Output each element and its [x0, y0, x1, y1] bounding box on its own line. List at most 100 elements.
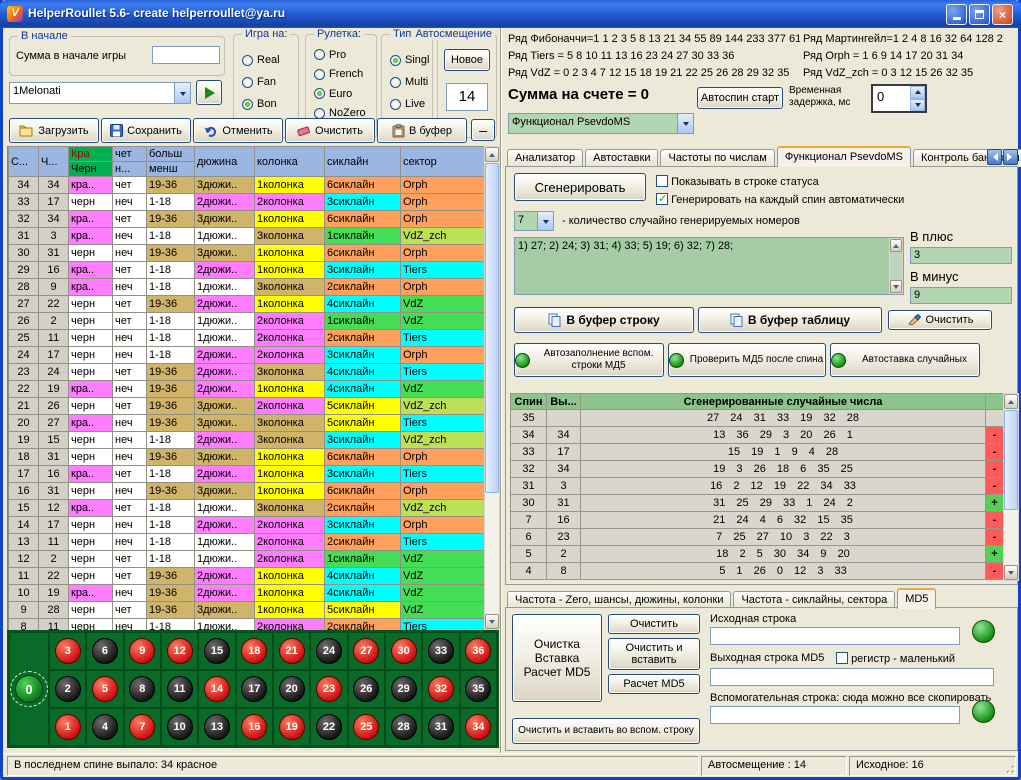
history-row[interactable]: 3234кра..чет19-363дюжи..1колонка6сиклайн…	[9, 211, 485, 228]
green-ball-icon[interactable]	[972, 620, 995, 643]
radio-live[interactable]: Live	[390, 93, 430, 115]
md5-case-checkbox-row[interactable]: регистр - маленький	[836, 652, 955, 665]
board-number-12[interactable]: 12	[167, 638, 193, 664]
board-number-10[interactable]: 10	[167, 714, 193, 740]
scroll-up-icon[interactable]	[1004, 394, 1018, 409]
generated-textarea[interactable]: 1) 27; 2) 24; 3) 31; 4) 33; 5) 19; 6) 32…	[514, 237, 904, 295]
board-number-3[interactable]: 3	[55, 638, 81, 664]
md5-case-checkbox[interactable]	[836, 652, 848, 664]
board-number-32[interactable]: 32	[428, 676, 454, 702]
board-number-25[interactable]: 25	[353, 714, 379, 740]
mode-combo[interactable]: Функционал PsevdoMS	[508, 113, 694, 134]
clear-generated-button[interactable]: Очистить	[888, 310, 992, 330]
board-number-8[interactable]: 8	[129, 676, 155, 702]
board-number-34[interactable]: 34	[465, 714, 491, 740]
gen-row[interactable]: 303131 25 29 33 1 24 2+	[511, 495, 1004, 512]
radio-singl[interactable]: Singl	[390, 49, 430, 71]
radio-euro[interactable]: Euro	[314, 84, 374, 104]
play-button[interactable]	[196, 80, 222, 105]
board-number-21[interactable]: 21	[279, 638, 305, 664]
load-button[interactable]: Загрузить	[9, 118, 99, 143]
history-row[interactable]: 1631черннеч19-363дюжи..1колонка6сиклайнO…	[9, 483, 485, 500]
maximize-button[interactable]	[969, 4, 990, 25]
history-row[interactable]: 289кра..неч1-181дюжи..3колонка2сиклайнOr…	[9, 279, 485, 296]
history-row[interactable]: 1417черннеч1-182дюжи..2колонка3сиклайнOr…	[9, 517, 485, 534]
md5-calc-button[interactable]: Расчет MD5	[608, 674, 700, 694]
gen-row[interactable]: 71621 24 4 6 32 15 35-	[511, 512, 1004, 529]
board-number-14[interactable]: 14	[204, 676, 230, 702]
gen-row[interactable]: 485 1 26 0 12 3 33-	[511, 563, 1004, 580]
radio-multi[interactable]: Multi	[390, 71, 430, 93]
history-row[interactable]: 1311черннеч1-181дюжи..2колонка2сиклайнTi…	[9, 534, 485, 551]
gen-row[interactable]: 6237 25 27 10 3 22 3-	[511, 529, 1004, 546]
history-table[interactable]: С...Ч...Крачетбольшдюжинаколонкасиклайнс…	[8, 146, 484, 630]
resize-grip[interactable]	[1004, 763, 1016, 775]
gen-scrollbar-thumb[interactable]	[1004, 410, 1018, 510]
new-offset-button[interactable]: Новое	[444, 49, 490, 71]
gen-scrollbar[interactable]	[1003, 393, 1019, 581]
board-number-7[interactable]: 7	[129, 714, 155, 740]
board-number-36[interactable]: 36	[465, 638, 491, 664]
auto-generate-checkbox[interactable]	[656, 193, 668, 205]
green-ball-icon[interactable]	[972, 700, 995, 723]
radio-bon[interactable]: Bon	[242, 93, 296, 115]
board-number-29[interactable]: 29	[391, 676, 417, 702]
history-row[interactable]: 1512кра..чет1-181дюжи..3колонка2сиклайнV…	[9, 500, 485, 517]
board-number-2[interactable]: 2	[55, 676, 81, 702]
md5-source-input[interactable]	[710, 627, 960, 645]
board-number-28[interactable]: 28	[391, 714, 417, 740]
autofill-md5-button[interactable]: Автозаполнение вспом. строки МД5	[514, 343, 664, 377]
history-row[interactable]: 1915черннеч1-182дюжи..3колонка3сиклайнVd…	[9, 432, 485, 449]
save-button[interactable]: Сохранить	[101, 118, 191, 143]
history-row[interactable]: 2027кра..неч19-363дюжи..3колонка5сиклайн…	[9, 415, 485, 432]
minimize-button[interactable]	[946, 4, 967, 25]
board-number-18[interactable]: 18	[241, 638, 267, 664]
board-number-1[interactable]: 1	[55, 714, 81, 740]
history-row[interactable]: 3031черннеч19-363дюжи..1колонка6сиклайнO…	[9, 245, 485, 262]
board-number-23[interactable]: 23	[316, 676, 342, 702]
show-status-checkbox[interactable]	[656, 175, 668, 187]
gen-row[interactable]: 323419 3 26 18 6 35 25-	[511, 461, 1004, 478]
tab-0[interactable]: Анализатор	[507, 149, 583, 167]
history-row[interactable]: 811черннеч1-181дюжи..2колонка2сиклайнTie…	[9, 619, 485, 631]
preset-combo[interactable]: 1Melonati	[9, 82, 191, 104]
board-number-4[interactable]: 4	[92, 714, 118, 740]
board-number-11[interactable]: 11	[167, 676, 193, 702]
gen-row[interactable]: 31316 2 12 19 22 34 33-	[511, 478, 1004, 495]
md5-big-button[interactable]: Очистка Вставка Расчет MD5	[512, 614, 602, 702]
tab-3[interactable]: Функционал PsevdoMS	[777, 146, 911, 167]
chevron-down-icon[interactable]	[537, 212, 553, 230]
board-number-31[interactable]: 31	[428, 714, 454, 740]
history-row[interactable]: 928чернчет19-363дюжи..1колонка5сиклайнVd…	[9, 602, 485, 619]
history-row[interactable]: 3434кра..чет19-363дюжи..1колонка6сиклайн…	[9, 177, 485, 194]
autobet-button[interactable]: Автоставка случайных	[830, 343, 980, 377]
board-number-26[interactable]: 26	[353, 676, 379, 702]
radio-pro[interactable]: Pro	[314, 45, 374, 65]
history-row[interactable]: 2511черннеч1-181дюжи..2колонка2сиклайнTi…	[9, 330, 485, 347]
board-number-13[interactable]: 13	[204, 714, 230, 740]
gen-row[interactable]: 331715 19 1 9 4 28-	[511, 444, 1004, 461]
tab-2[interactable]: Частоты по числам	[660, 149, 774, 167]
history-scrollbar-thumb[interactable]	[485, 163, 499, 493]
history-row[interactable]: 2126чернчет19-363дюжи..2колонка5сиклайнV…	[9, 398, 485, 415]
start-sum-input[interactable]	[152, 46, 220, 64]
tab-scroll-left[interactable]	[987, 149, 1002, 165]
board-number-35[interactable]: 35	[465, 676, 491, 702]
autospin-start-button[interactable]: Автоспин старт	[697, 87, 783, 109]
undo-button[interactable]: Отменить	[193, 118, 283, 143]
board-number-24[interactable]: 24	[316, 638, 342, 664]
show-status-checkbox-row[interactable]: Показывать в строке статуса	[656, 175, 819, 188]
board-number-22[interactable]: 22	[316, 714, 342, 740]
scroll-down-icon[interactable]	[485, 614, 499, 629]
md5-clear-paste-helper-button[interactable]: Очистить и вставить во вспом. строку	[512, 718, 700, 744]
minus-button[interactable]: –	[471, 119, 495, 141]
board-number-9[interactable]: 9	[129, 638, 155, 664]
gen-table[interactable]: СпинВы...Сгенерированные случайные числа…	[510, 393, 1004, 580]
spin-down-icon[interactable]	[910, 99, 925, 112]
history-row[interactable]: 3317черннеч1-182дюжи..2колонка3сиклайнOr…	[9, 194, 485, 211]
md5-clear-paste-button[interactable]: Очистить и вставить	[608, 638, 700, 670]
radio-real[interactable]: Real	[242, 49, 296, 71]
chevron-down-icon[interactable]	[677, 114, 693, 133]
board-number-30[interactable]: 30	[391, 638, 417, 664]
md5-helper-input[interactable]	[710, 706, 960, 724]
